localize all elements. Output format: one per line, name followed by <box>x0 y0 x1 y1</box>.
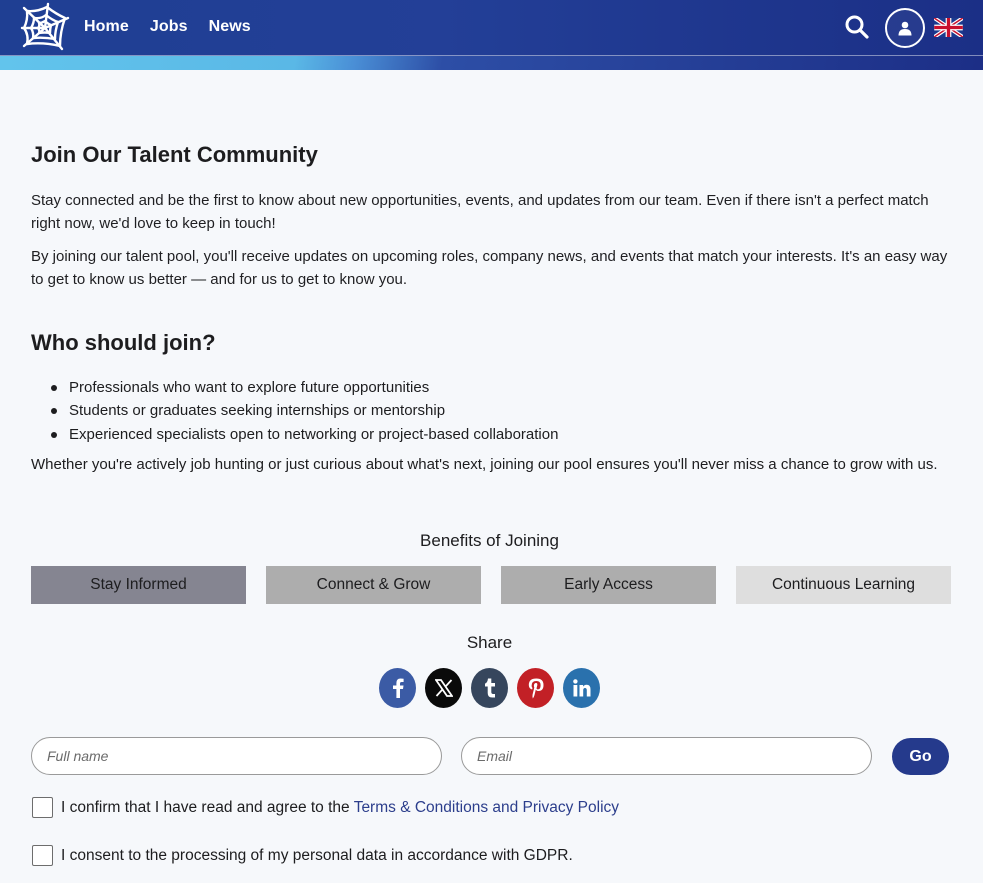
intro-paragraph-1: Stay connected and be the first to know … <box>31 192 929 232</box>
nav-home-link[interactable]: Home <box>84 17 129 37</box>
terms-consent-text: I confirm that I have read and agree to … <box>61 798 354 816</box>
x-icon <box>434 679 453 697</box>
search-icon[interactable] <box>844 14 870 40</box>
gdpr-checkbox[interactable] <box>32 845 53 866</box>
header-accent-stripe <box>0 56 983 70</box>
social-share-buttons <box>379 668 600 708</box>
go-button[interactable]: Go <box>892 738 949 775</box>
x-share-button[interactable] <box>425 668 462 708</box>
pinterest-share-button[interactable] <box>517 668 554 708</box>
list-item: Professionals who want to explore future… <box>51 376 558 399</box>
terms-consent-label: I confirm that I have read and agree to … <box>61 798 619 818</box>
pinterest-icon <box>528 678 543 698</box>
terms-privacy-link[interactable]: Terms & Conditions and Privacy Policy <box>354 799 619 816</box>
list-item: Experienced specialists open to networki… <box>51 423 558 446</box>
who-should-join-heading: Who should join? <box>31 330 216 355</box>
gdpr-consent-row: I consent to the processing of my person… <box>32 845 573 866</box>
spiderweb-logo-icon[interactable] <box>18 2 72 54</box>
closing-paragraph: Whether you're actively job hunting or j… <box>31 456 938 473</box>
email-input[interactable] <box>461 737 872 775</box>
uk-flag-icon[interactable] <box>934 18 963 37</box>
nav-jobs-link[interactable]: Jobs <box>150 17 188 37</box>
benefits-tabs: Stay Informed Connect & Grow Early Acces… <box>31 566 951 604</box>
nav-news-link[interactable]: News <box>209 17 251 37</box>
tumblr-icon <box>484 678 495 698</box>
facebook-share-button[interactable] <box>379 668 416 708</box>
tab-early-access[interactable]: Early Access <box>501 566 716 604</box>
gdpr-consent-label: I consent to the processing of my person… <box>61 846 573 864</box>
page-title: Join Our Talent Community <box>31 142 318 167</box>
benefits-heading: Benefits of Joining <box>420 531 559 550</box>
tab-stay-informed[interactable]: Stay Informed <box>31 566 246 604</box>
account-button[interactable] <box>885 8 925 48</box>
tab-continuous-learning[interactable]: Continuous Learning <box>736 566 951 604</box>
who-should-join-list: Professionals who want to explore future… <box>51 376 558 446</box>
top-navigation-bar: Home Jobs News <box>0 0 983 70</box>
tab-connect-grow[interactable]: Connect & Grow <box>266 566 481 604</box>
tumblr-share-button[interactable] <box>471 668 508 708</box>
user-icon <box>898 21 912 35</box>
intro-paragraph-2: By joining our talent pool, you'll recei… <box>31 248 948 288</box>
full-name-input[interactable] <box>31 737 442 775</box>
facebook-icon <box>392 678 404 698</box>
share-heading: Share <box>466 633 513 652</box>
terms-checkbox[interactable] <box>32 797 53 818</box>
linkedin-icon <box>572 679 590 697</box>
list-item: Students or graduates seeking internship… <box>51 399 558 422</box>
linkedin-share-button[interactable] <box>563 668 600 708</box>
main-nav: Home Jobs News <box>84 17 251 37</box>
terms-consent-row: I confirm that I have read and agree to … <box>32 797 619 818</box>
